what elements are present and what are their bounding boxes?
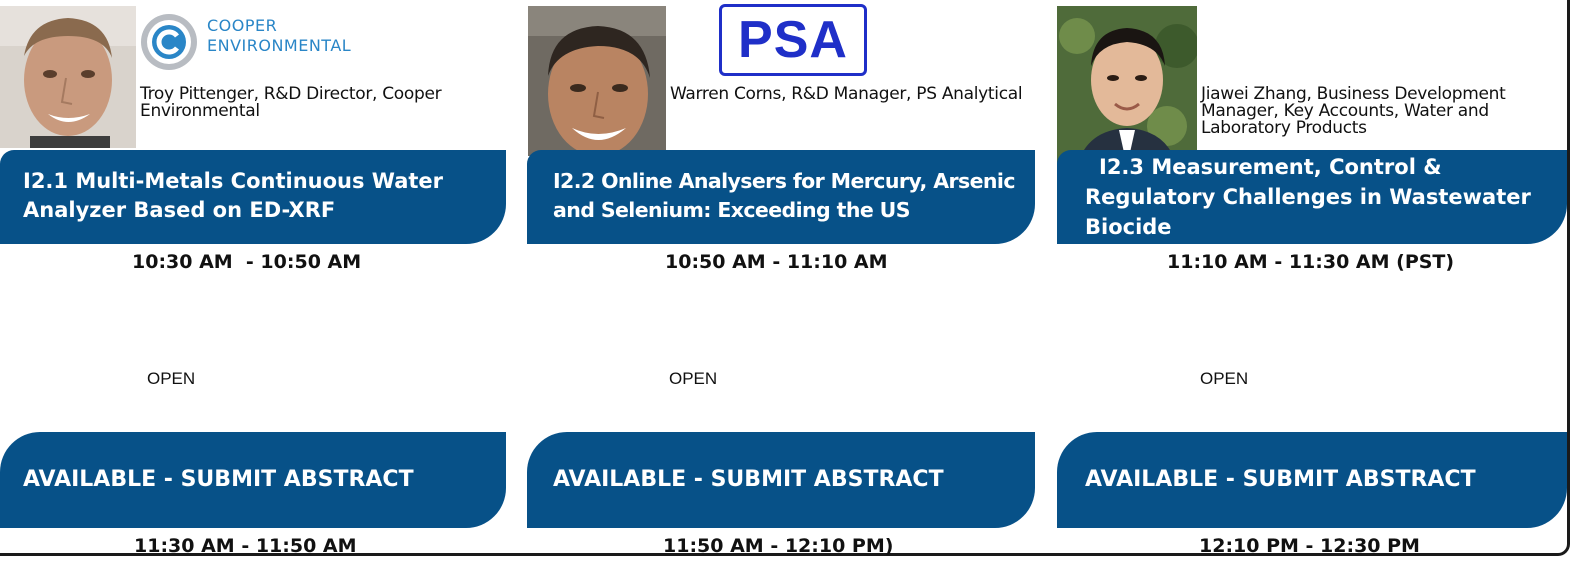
submit-abstract-banner[interactable]: AVAILABLE - SUBMIT ABSTRACT (1057, 432, 1567, 528)
open-label: OPEN (669, 369, 718, 388)
psa-logo: PSA (719, 4, 869, 78)
next-session-time: 11:30 AM - 11:50 AM (134, 535, 357, 557)
session-title: I2.1 Multi-Metals Continuous Water Analy… (23, 169, 444, 222)
session-time: 11:10 AM - 11:30 AM (PST) (1167, 251, 1455, 273)
psa-logo-text: PSA (738, 11, 848, 69)
speaker-name: Troy Pittenger, R&D Director, Cooper Env… (140, 84, 442, 121)
submit-abstract-banner[interactable]: AVAILABLE - SUBMIT ABSTRACT (527, 432, 1035, 528)
cooper-logo-line2: ENVIRONMENTAL (207, 36, 352, 55)
speaker-photo-warren (528, 6, 666, 156)
speaker-photo-troy (0, 6, 136, 148)
speaker-name: Warren Corns, R&D Manager, PS Analytical (670, 84, 1023, 104)
next-session-time: 11:50 AM - 12:10 PM) (663, 535, 894, 557)
session-title: I2.3 Measurement, Control & Regulatory C… (1085, 152, 1565, 242)
session-title-banner[interactable]: I2.2 Online Analysers for Mercury, Arsen… (527, 150, 1035, 244)
cooper-environmental-logo: COOPER ENVIRONMENTAL (139, 12, 399, 72)
session-column-1: COOPER ENVIRONMENTAL Troy Pittenger, R&D… (0, 0, 530, 566)
session-title: I2.2 Online Analysers for Mercury, Arsen… (553, 169, 1016, 222)
speaker-name: Jiawei Zhang, Business Development Manag… (1201, 84, 1506, 138)
submit-abstract-label: AVAILABLE - SUBMIT ABSTRACT (23, 467, 414, 492)
session-title-banner[interactable]: I2.3 Measurement, Control & Regulatory C… (1057, 150, 1567, 244)
session-column-3: Jiawei Zhang, Business Development Manag… (1057, 0, 1569, 566)
session-time: 10:50 AM - 11:10 AM (665, 251, 888, 273)
cooper-logo-line1: COOPER (207, 16, 278, 35)
submit-abstract-label: AVAILABLE - SUBMIT ABSTRACT (553, 467, 944, 492)
session-title-rest: Regulatory Challenges in Wastewater Bioc… (1085, 185, 1531, 239)
session-column-2: PSA Warren Corns, R&D Manager, PS Analyt… (527, 0, 1057, 566)
cooper-logo-icon (141, 14, 197, 70)
submit-abstract-banner[interactable]: AVAILABLE - SUBMIT ABSTRACT (0, 432, 506, 528)
session-title-banner[interactable]: I2.1 Multi-Metals Continuous Water Analy… (0, 150, 506, 244)
session-title-line1: I2.3 Measurement, Control & (1099, 155, 1442, 179)
open-label: OPEN (1200, 369, 1249, 388)
submit-abstract-label: AVAILABLE - SUBMIT ABSTRACT (1085, 467, 1476, 492)
next-session-time: 12:10 PM - 12:30 PM (1199, 535, 1420, 557)
speaker-photo-jiawei (1057, 6, 1197, 166)
session-time: 10:30 AM - 10:50 AM (132, 251, 362, 273)
open-label: OPEN (147, 369, 196, 388)
